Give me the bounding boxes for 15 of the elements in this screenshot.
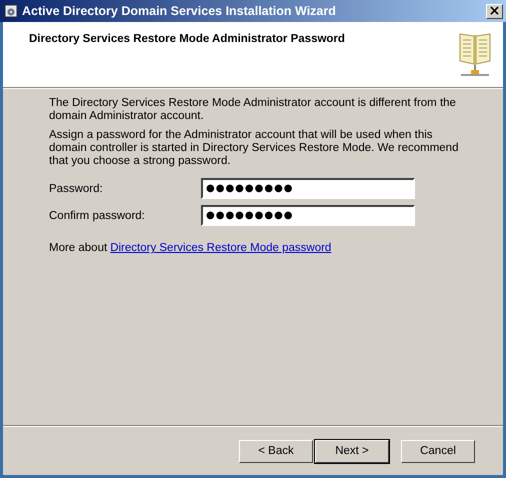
help-link[interactable]: Directory Services Restore Mode password xyxy=(110,242,332,254)
wizard-button[interactable]: Next > xyxy=(315,440,389,462)
field-label: Password: xyxy=(49,182,104,194)
window-title: Active Directory Domain Services Installation Wizard xyxy=(22,4,337,18)
wizard-button[interactable]: < Back xyxy=(239,440,313,462)
field-label: Confirm password: xyxy=(49,210,146,222)
app-icon xyxy=(4,4,18,18)
more-about-text: More about xyxy=(49,242,108,254)
description-text: Assign a password for the Administrator account that will be used when this domain controller is started in Directory Services Restore Mode. We recommend that you choose a strong password. xyxy=(49,129,460,168)
password-field[interactable]: ●●●●●●●●● xyxy=(201,205,415,226)
password-field[interactable]: ●●●●●●●●● xyxy=(201,178,415,199)
wizard-button[interactable]: Cancel xyxy=(401,440,475,462)
close-button[interactable]: × xyxy=(486,4,503,18)
page-title: Directory Services Restore Mode Administrator Password xyxy=(29,33,345,47)
description-text: The Directory Services Restore Mode Administrator account is different from the domain Administrator account. xyxy=(49,97,457,123)
